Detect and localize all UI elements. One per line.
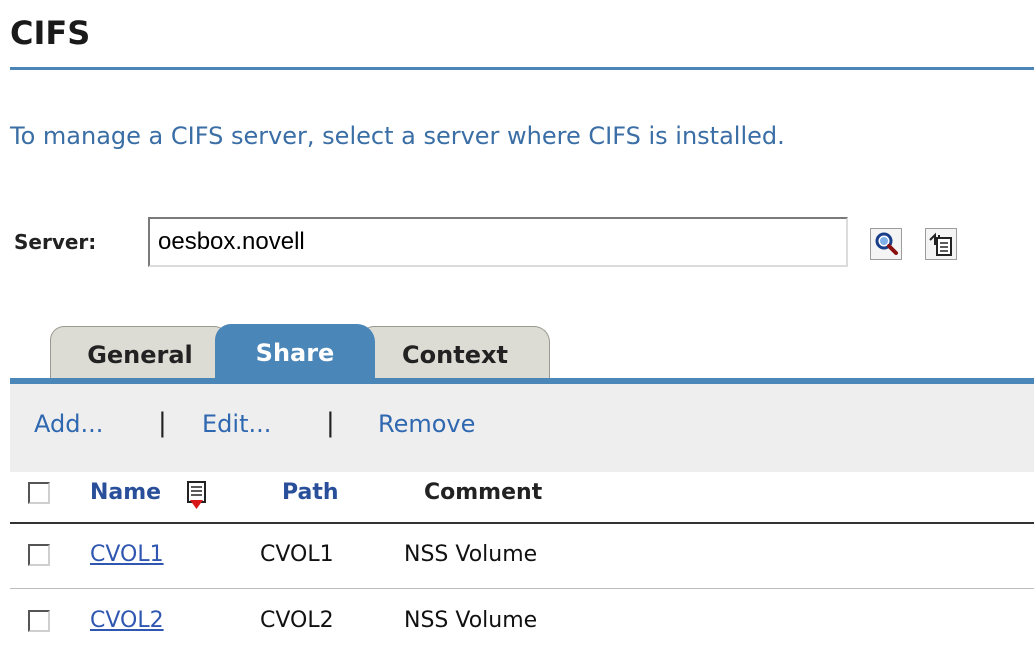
server-label: Server: [14, 230, 97, 254]
page-title: CIFS [10, 14, 91, 52]
column-header-path[interactable]: Path [282, 480, 339, 505]
toolbar-separator: | [158, 408, 167, 438]
share-comment: NSS Volume [404, 542, 538, 567]
share-name-link[interactable]: CVOL1 [90, 542, 164, 567]
share-path: CVOL1 [260, 542, 334, 567]
server-search-button[interactable] [870, 228, 902, 260]
share-path: CVOL2 [260, 608, 334, 633]
row-checkbox[interactable] [28, 610, 50, 632]
column-header-comment: Comment [424, 480, 543, 505]
tab-strip: General Context Share [0, 320, 1034, 382]
share-name-link[interactable]: CVOL2 [90, 608, 164, 633]
sort-descending-icon[interactable] [186, 480, 208, 514]
remove-button[interactable]: Remove [378, 410, 475, 438]
row-checkbox[interactable] [28, 544, 50, 566]
object-browser-button[interactable] [925, 228, 957, 260]
tab-context[interactable]: Context [360, 326, 550, 382]
intro-text: To manage a CIFS server, select a server… [10, 122, 785, 150]
toolbar-separator: | [326, 408, 335, 438]
server-input[interactable] [148, 217, 848, 267]
add-button[interactable]: Add... [34, 410, 103, 438]
edit-button[interactable]: Edit... [202, 410, 271, 438]
search-icon [875, 232, 898, 255]
share-comment: NSS Volume [404, 608, 538, 633]
row-divider [10, 588, 1034, 589]
select-all-checkbox[interactable] [28, 482, 50, 504]
column-header-name[interactable]: Name [90, 480, 161, 505]
title-divider [10, 67, 1034, 70]
object-browser-icon [929, 232, 952, 256]
tab-share[interactable]: Share [215, 324, 375, 382]
table-header-divider [10, 522, 1034, 524]
tab-general[interactable]: General [50, 326, 230, 382]
share-toolbar: Add... | Edit... | Remove [10, 384, 1034, 472]
